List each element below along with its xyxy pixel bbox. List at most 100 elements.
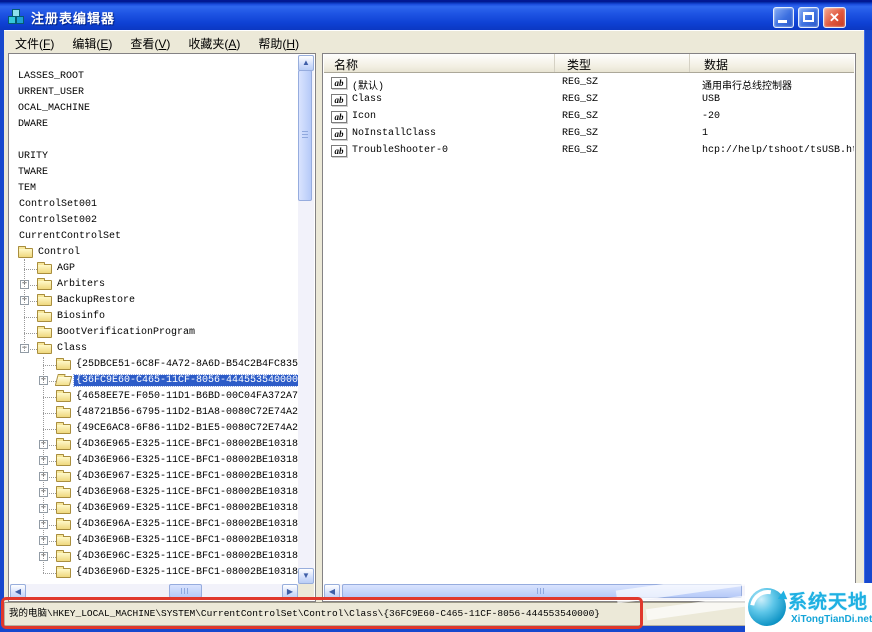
- value-type: REG_SZ: [562, 145, 599, 156]
- tree-label: BootVerificationProgram: [57, 327, 196, 338]
- reg-sz-string-icon: ab: [331, 94, 347, 106]
- scroll-right-button[interactable]: ▶: [282, 584, 298, 600]
- tree-row[interactable]: + {4D36E96B-E325-11CE-BFC1-08002BE10318}: [10, 533, 298, 549]
- tree-connector: [43, 429, 56, 430]
- folder-icon: [37, 342, 52, 354]
- column-header-type[interactable]: 类型: [555, 54, 690, 72]
- tree-row[interactable]: + {4D36E967-E325-11CE-BFC1-08002BE10318}: [10, 469, 298, 485]
- tree-row[interactable]: LASSES_ROOT: [10, 69, 298, 85]
- tree-row[interactable]: ControlSet001: [10, 197, 298, 213]
- regedit-window: 注册表编辑器 ✕ 文件(F) 编辑(E) 查看(V) 收藏夹(A) 帮助(H) LASS…: [0, 0, 872, 632]
- tree-row[interactable]: + {4D36E96C-E325-11CE-BFC1-08002BE10318}: [10, 549, 298, 565]
- tree-row[interactable]: {4658EE7E-F050-11D1-B6BD-00C04FA372A7}: [10, 389, 298, 405]
- tree-horizontal-scrollbar[interactable]: ◀ ▶: [10, 584, 298, 600]
- tree-row[interactable]: − Class: [10, 341, 298, 357]
- tree-row[interactable]: DWARE: [10, 117, 298, 133]
- value-name: Icon: [352, 111, 377, 122]
- folder-icon: [37, 278, 52, 290]
- tree-view: LASSES_ROOT URRENT_USER OCAL_MACHINE DWARE U…: [10, 54, 298, 584]
- watermark: 系统天地 XiTongTianDi.net: [745, 583, 872, 632]
- tree-connector: [43, 397, 56, 398]
- list-header: 名称 类型 数据: [324, 54, 854, 73]
- tree-row[interactable]: OCAL_MACHINE: [10, 101, 298, 117]
- tree-row[interactable]: + Arbiters: [10, 277, 298, 293]
- window-title: 注册表编辑器: [31, 11, 116, 26]
- tree-row[interactable]: + {4D36E969-E325-11CE-BFC1-08002BE10318}: [10, 501, 298, 517]
- minimize-icon: [778, 20, 787, 23]
- tree-row[interactable]: Biosinfo: [10, 309, 298, 325]
- menu-item-v[interactable]: 查看(V): [121, 31, 179, 55]
- tree-vertical-scrollbar[interactable]: ▲ ▼: [298, 55, 314, 584]
- menu-item-a[interactable]: 收藏夹(A): [179, 31, 249, 55]
- tree-row[interactable]: + {36FC9E60-C465-11CF-8056-444553540000}: [10, 373, 298, 389]
- tree-row[interactable]: Control: [10, 245, 298, 261]
- scroll-thumb[interactable]: [169, 584, 202, 598]
- value-row[interactable]: ab Class REG_SZ USB: [324, 91, 854, 108]
- value-data: hcp://help/tshoot/tsUSB.htm: [702, 145, 854, 156]
- scroll-up-button[interactable]: ▲: [298, 55, 314, 71]
- column-header-name[interactable]: 名称: [324, 54, 555, 72]
- maximize-button[interactable]: [798, 7, 819, 28]
- window-border-left: [0, 30, 4, 632]
- tree-row[interactable]: TWARE: [10, 165, 298, 181]
- scroll-thumb[interactable]: [298, 70, 312, 201]
- folder-icon: [56, 502, 71, 514]
- registry-values-pane: 名称 类型 数据 ab (默认) REG_SZ 通用串行总线控制器 ab Class REG…: [322, 53, 856, 602]
- reg-sz-string-icon: ab: [331, 128, 347, 140]
- column-header-data[interactable]: 数据: [690, 54, 854, 72]
- tree-label: OCAL_MACHINE: [18, 103, 91, 114]
- tree-connector: [43, 413, 56, 414]
- tree-label: {4D36E968-E325-11CE-BFC1-08002BE10318}: [76, 487, 298, 498]
- close-button[interactable]: ✕: [823, 7, 846, 28]
- scroll-left-button[interactable]: ◀: [324, 584, 340, 600]
- tree-row[interactable]: + {4D36E96A-E325-11CE-BFC1-08002BE10318}: [10, 517, 298, 533]
- value-data: USB: [702, 94, 721, 105]
- tree-row[interactable]: {49CE6AC8-6F86-11D2-B1E5-0080C72E74A2}: [10, 421, 298, 437]
- folder-icon: [56, 406, 71, 418]
- tree-connector: [24, 317, 37, 318]
- value-row[interactable]: ab NoInstallClass REG_SZ 1: [324, 125, 854, 142]
- tree-row[interactable]: URRENT_USER: [10, 85, 298, 101]
- tree-row[interactable]: CurrentControlSet: [10, 229, 298, 245]
- value-data: 1: [702, 128, 709, 139]
- tree-row[interactable]: {48721B56-6795-11D2-B1A8-0080C72E74A2}: [10, 405, 298, 421]
- folder-icon: [56, 422, 71, 434]
- value-type: REG_SZ: [562, 111, 599, 122]
- tree-connector: [43, 365, 56, 366]
- tree-label: {4D36E967-E325-11CE-BFC1-08002BE10318}: [76, 471, 298, 482]
- menu-item-h[interactable]: 帮助(H): [249, 31, 308, 55]
- value-row[interactable]: ab TroubleShooter-0 REG_SZ hcp://help/tshoo…: [324, 142, 854, 159]
- tree-row[interactable]: + {4D36E966-E325-11CE-BFC1-08002BE10318}: [10, 453, 298, 469]
- tree-row[interactable]: + {4D36E965-E325-11CE-BFC1-08002BE10318}: [10, 437, 298, 453]
- tree-row[interactable]: TEM: [10, 181, 298, 197]
- tree-row[interactable]: ControlSet002: [10, 213, 298, 229]
- tree-row[interactable]: [10, 133, 298, 149]
- scroll-left-button[interactable]: ◀: [10, 584, 26, 600]
- folder-icon: [56, 518, 71, 530]
- scrollbar-corner: [298, 584, 314, 600]
- tree-row[interactable]: AGP: [10, 261, 298, 277]
- tree-row[interactable]: + BackupRestore: [10, 293, 298, 309]
- value-list: ab (默认) REG_SZ 通用串行总线控制器 ab Class REG_SZ USB ab I…: [324, 74, 854, 159]
- watermark-site: XiTongTianDi.net: [791, 614, 872, 625]
- tree-row[interactable]: URITY: [10, 149, 298, 165]
- tree-row[interactable]: BootVerificationProgram: [10, 325, 298, 341]
- scroll-down-button[interactable]: ▼: [298, 568, 314, 584]
- tree-label: {4D36E96A-E325-11CE-BFC1-08002BE10318}: [76, 519, 298, 530]
- value-row[interactable]: ab Icon REG_SZ -20: [324, 108, 854, 125]
- tree-row[interactable]: {25DBCE51-6C8F-4A72-8A6D-B54C2B4FC835}: [10, 357, 298, 373]
- tree-label: DWARE: [18, 119, 49, 130]
- menu-item-f[interactable]: 文件(F): [6, 31, 63, 55]
- registry-app-icon: [8, 8, 25, 25]
- menu-item-e[interactable]: 编辑(E): [63, 31, 121, 55]
- open-folder-icon: [54, 376, 73, 386]
- value-row[interactable]: ab (默认) REG_SZ 通用串行总线控制器: [324, 74, 854, 93]
- tree-row[interactable]: {4D36E96D-E325-11CE-BFC1-08002BE10318}: [10, 565, 298, 581]
- minimize-button[interactable]: [773, 7, 794, 28]
- tree-connector: [24, 259, 25, 351]
- tree-row[interactable]: + {4D36E968-E325-11CE-BFC1-08002BE10318}: [10, 485, 298, 501]
- folder-icon: [56, 566, 71, 578]
- window-border-bottom: [0, 626, 872, 632]
- folder-icon: [56, 534, 71, 546]
- title-bar: 注册表编辑器 ✕: [0, 0, 872, 30]
